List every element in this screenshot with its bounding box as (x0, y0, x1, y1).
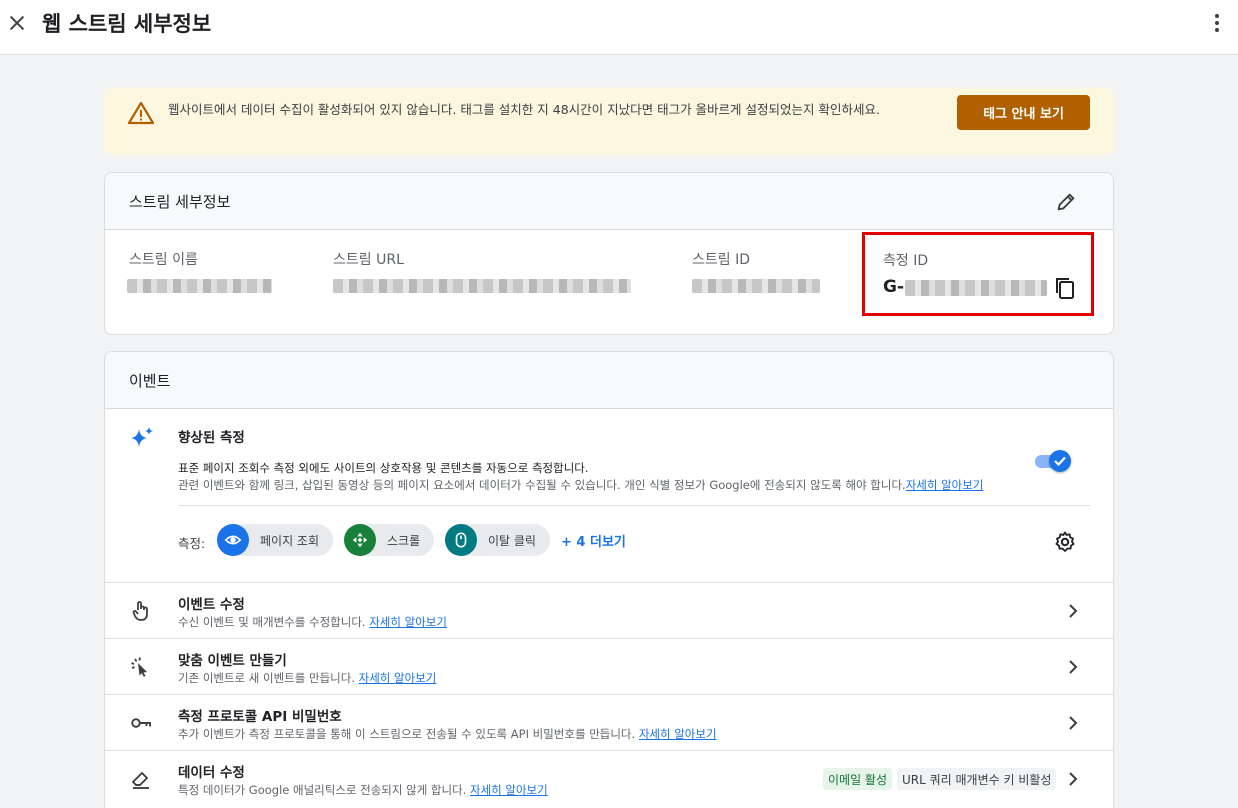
close-icon[interactable] (6, 12, 28, 34)
stream-details-title: 스트림 세부정보 (129, 193, 231, 211)
chevron-right-icon (1069, 772, 1078, 786)
stream-id-field: 스트림 ID (692, 249, 750, 269)
url-query-inactive-badge: URL 쿼리 매개변수 키 비활성 (897, 768, 1057, 790)
chip-page-view-label: 페이지 조회 (260, 533, 320, 548)
enhanced-measurement-title: 향상된 측정 (178, 430, 245, 446)
sparkle-icon (131, 427, 153, 447)
row-data-redaction-title: 데이터 수정 (178, 765, 245, 781)
enhanced-measurement-desc-2: 관련 이벤트와 함께 링크, 삽입된 동영상 등의 페이지 요소에서 데이터가 … (178, 477, 983, 493)
learn-more-link[interactable]: 자세히 알아보기 (359, 671, 437, 685)
measurement-id-redacted (905, 280, 1047, 296)
row-data-redaction[interactable]: 데이터 수정 특정 데이터가 Google 애널리틱스로 전송되지 않게 합니다… (105, 750, 1113, 808)
chevron-right-icon (1069, 716, 1078, 730)
key-icon (131, 718, 151, 728)
learn-more-link[interactable]: 자세히 알아보기 (369, 615, 447, 629)
chip-scroll-label: 스크롤 (387, 533, 421, 548)
eraser-icon (132, 772, 149, 789)
cursor-click-icon (131, 657, 147, 677)
events-header: 이벤트 (105, 352, 1113, 409)
measurement-id-label: 측정 ID (883, 253, 929, 269)
toggle-knob (1049, 450, 1071, 472)
row-modify-event-title: 이벤트 수정 (178, 597, 245, 613)
row-create-custom-event-desc: 기존 이벤트로 새 이벤트를 만듭니다. 자세히 알아보기 (178, 670, 436, 686)
learn-more-link[interactable]: 자세히 알아보기 (639, 727, 717, 741)
events-title: 이벤트 (129, 372, 171, 390)
stream-url-label: 스트림 URL (333, 252, 404, 268)
chip-page-view[interactable]: 페이지 조회 (217, 524, 334, 556)
chip-outbound-click[interactable]: 이탈 클릭 (445, 524, 550, 556)
learn-more-link[interactable]: 자세히 알아보기 (470, 783, 548, 797)
eye-icon (217, 524, 249, 556)
row-measurement-protocol-api-desc: 추가 이벤트가 측정 프로토콜을 통해 이 스트림으로 전송될 수 있도록 AP… (178, 726, 717, 742)
page-title: 웹 스트림 세부정보 (42, 12, 212, 36)
show-more-link[interactable]: + 4 더보기 (561, 531, 626, 550)
enhanced-learn-more-link[interactable]: 자세히 알아보기 (906, 478, 984, 492)
chevron-right-icon (1069, 660, 1078, 674)
enhanced-divider (178, 505, 1090, 506)
row-modify-event-desc: 수신 이벤트 및 매개변수를 수정합니다. 자세히 알아보기 (178, 614, 447, 630)
row-desc-text: 특정 데이터가 Google 애널리틱스로 전송되지 않게 합니다. (178, 783, 467, 797)
measurement-id-highlight: 측정 ID G- (862, 232, 1094, 316)
row-modify-event[interactable]: 이벤트 수정 수신 이벤트 및 매개변수를 수정합니다. 자세히 알아보기 (105, 582, 1113, 638)
stream-url-field: 스트림 URL (333, 249, 404, 269)
chip-outbound-click-label: 이탈 클릭 (488, 533, 536, 548)
stream-details-header: 스트림 세부정보 (105, 173, 1113, 230)
enhanced-measurement-toggle[interactable] (1033, 450, 1073, 472)
row-create-custom-event[interactable]: 맞춤 이벤트 만들기 기존 이벤트로 새 이벤트를 만듭니다. 자세히 알아보기 (105, 638, 1113, 694)
row-data-redaction-desc: 특정 데이터가 Google 애널리틱스로 전송되지 않게 합니다. 자세히 알… (178, 782, 548, 798)
enhanced-measurement-desc-1: 표준 페이지 조회수 측정 외에도 사이트의 상호작용 및 콘텐츠를 자동으로 … (178, 461, 589, 475)
measurement-id-value[interactable]: G- (883, 277, 904, 297)
top-bar: 웹 스트림 세부정보 (0, 0, 1238, 55)
row-measurement-protocol-api[interactable]: 측정 프로토콜 API 비밀번호 추가 이벤트가 측정 프로토콜을 통해 이 스… (105, 694, 1113, 750)
row-desc-text: 기존 이벤트로 새 이벤트를 만듭니다. (178, 671, 355, 685)
events-card: 이벤트 향상된 측정 표준 페이지 조회수 측정 외에도 사이트의 상호작용 및… (104, 351, 1114, 808)
edit-icon[interactable] (1055, 191, 1077, 213)
warning-banner: 웹사이트에서 데이터 수집이 활성화되어 있지 않습니다. 태그를 설치한 지 … (104, 87, 1114, 155)
enhanced-desc-text: 관련 이벤트와 함께 링크, 삽입된 동영상 등의 페이지 요소에서 데이터가 … (178, 478, 906, 492)
stream-name-field: 스트림 이름 (129, 249, 198, 269)
settings-gear-icon[interactable] (1053, 530, 1077, 554)
chip-scroll[interactable]: 스크롤 (344, 524, 435, 556)
row-desc-text: 수신 이벤트 및 매개변수를 수정합니다. (178, 615, 366, 629)
stream-id-value-redacted (692, 279, 820, 293)
stream-url-value-redacted (333, 279, 631, 293)
stream-name-label: 스트림 이름 (129, 252, 198, 268)
row-create-custom-event-title: 맞춤 이벤트 만들기 (178, 653, 287, 669)
banner-message: 웹사이트에서 데이터 수집이 활성화되어 있지 않습니다. 태그를 설치한 지 … (168, 102, 880, 117)
email-active-badge: 이메일 활성 (823, 768, 893, 790)
stream-name-value-redacted (127, 279, 272, 293)
copy-icon[interactable] (1054, 276, 1076, 300)
stream-details-card: 스트림 세부정보 스트림 이름 스트림 URL 스트림 ID 측정 ID G- (104, 172, 1114, 335)
chevron-right-icon (1069, 604, 1078, 618)
stream-id-label: 스트림 ID (692, 252, 750, 268)
row-desc-text: 추가 이벤트가 측정 프로토콜을 통해 이 스트림으로 전송될 수 있도록 AP… (178, 727, 636, 741)
more-vert-icon[interactable] (1208, 12, 1226, 34)
warning-icon (128, 101, 154, 125)
scroll-icon (344, 524, 376, 556)
measuring-label: 측정: (178, 536, 206, 551)
touch-icon (132, 601, 148, 621)
mouse-icon (445, 524, 477, 556)
row-measurement-protocol-api-title: 측정 프로토콜 API 비밀번호 (178, 709, 342, 725)
view-tag-guide-button[interactable]: 태그 안내 보기 (957, 95, 1090, 130)
check-icon (1054, 456, 1066, 467)
